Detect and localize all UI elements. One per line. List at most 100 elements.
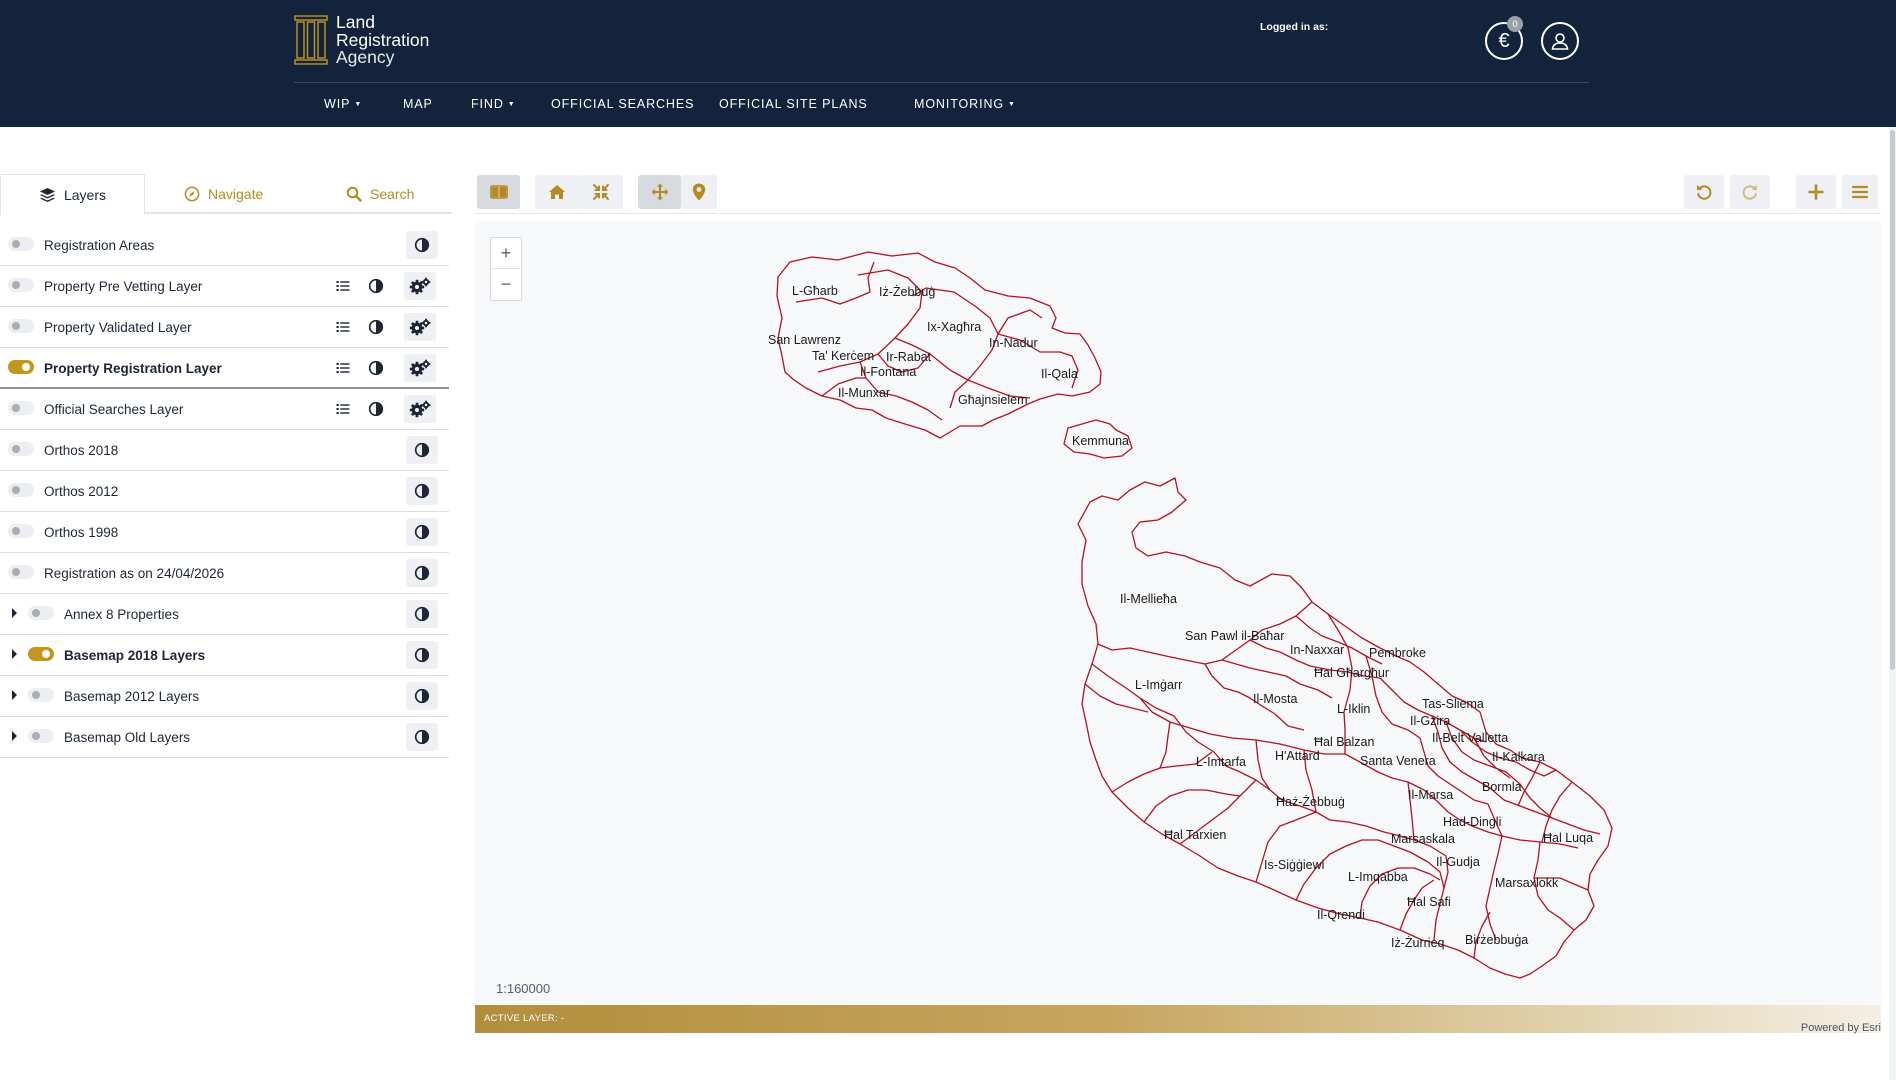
layer-row-property-pre-vetting-layer[interactable]: Property Pre Vetting Layer bbox=[0, 266, 449, 307]
nav-official-searches[interactable]: OFFICIAL SEARCHES bbox=[551, 97, 694, 111]
locality-label: Pembroke bbox=[1369, 646, 1426, 660]
layer-legend-button[interactable] bbox=[327, 354, 359, 382]
tab-search-label: Search bbox=[370, 186, 415, 202]
locality-label: Il-Mosta bbox=[1253, 692, 1298, 706]
layer-row-annex-8-properties[interactable]: Annex 8 Properties bbox=[0, 594, 449, 635]
tab-search[interactable]: Search bbox=[346, 174, 414, 214]
layer-settings-button[interactable] bbox=[404, 272, 436, 300]
contrast-icon bbox=[368, 319, 384, 335]
layer-visibility-toggle[interactable] bbox=[28, 606, 54, 620]
undo-button[interactable] bbox=[1684, 175, 1724, 209]
layer-opacity-button[interactable] bbox=[406, 600, 438, 628]
layer-row-basemap-2012-layers[interactable]: Basemap 2012 Layers bbox=[0, 676, 449, 717]
layer-visibility-toggle[interactable] bbox=[8, 565, 34, 579]
locality-label: Il-Mellieħa bbox=[1120, 592, 1177, 606]
layer-opacity-button[interactable] bbox=[406, 559, 438, 587]
layer-legend-button[interactable] bbox=[327, 313, 359, 341]
layer-visibility-toggle[interactable] bbox=[8, 278, 34, 292]
layer-row-registration-as-on-24-04-2026[interactable]: Registration as on 24/04/2026 bbox=[0, 553, 449, 594]
layer-legend-button[interactable] bbox=[327, 272, 359, 300]
layer-row-property-registration-layer[interactable]: Property Registration Layer bbox=[0, 348, 449, 389]
nav-wip[interactable]: WIP ▼ bbox=[324, 97, 362, 111]
layer-settings-button[interactable] bbox=[404, 395, 436, 423]
scrollbar-thumb[interactable] bbox=[1890, 130, 1895, 670]
expand-caret-icon[interactable] bbox=[12, 608, 17, 618]
locality-label: Santa Venera bbox=[1360, 754, 1436, 768]
contrast-icon bbox=[368, 278, 384, 294]
full-extent-button[interactable] bbox=[579, 175, 623, 209]
locality-label: Ir-Rabat bbox=[886, 350, 932, 364]
layer-opacity-button[interactable] bbox=[406, 682, 438, 710]
layer-visibility-toggle[interactable] bbox=[8, 483, 34, 497]
layer-visibility-toggle[interactable] bbox=[28, 729, 54, 743]
locality-label: Marsaxlokk bbox=[1495, 876, 1559, 890]
locality-label: Ta' Kerċem bbox=[812, 349, 874, 363]
layer-opacity-button[interactable] bbox=[406, 436, 438, 464]
identify-point-button[interactable] bbox=[681, 175, 717, 209]
zoom-out-button[interactable]: − bbox=[491, 269, 521, 300]
nav-map[interactable]: MAP bbox=[403, 97, 433, 111]
contrast-icon bbox=[414, 483, 430, 499]
redo-button[interactable] bbox=[1730, 175, 1770, 209]
nav-monitoring[interactable]: MONITORING ▼ bbox=[914, 97, 1016, 111]
contrast-icon bbox=[414, 565, 430, 581]
top-header: Land Registration Agency Logged in as: €… bbox=[0, 0, 1896, 127]
user-profile-button[interactable] bbox=[1541, 22, 1579, 60]
layer-opacity-button[interactable] bbox=[406, 518, 438, 546]
layer-opacity-button[interactable] bbox=[360, 313, 392, 341]
layer-row-property-validated-layer[interactable]: Property Validated Layer bbox=[0, 307, 449, 348]
locality-label: In-Nadur bbox=[989, 336, 1038, 350]
toggle-knob bbox=[12, 445, 20, 453]
expand-caret-icon[interactable] bbox=[12, 731, 17, 741]
pan-button[interactable] bbox=[638, 175, 681, 209]
menu-button[interactable] bbox=[1842, 175, 1878, 209]
basket-count-badge: 0 bbox=[1507, 16, 1523, 32]
layer-opacity-button[interactable] bbox=[406, 641, 438, 669]
layer-visibility-toggle[interactable] bbox=[8, 442, 34, 456]
contrast-icon bbox=[414, 237, 430, 253]
layer-opacity-button[interactable] bbox=[360, 395, 392, 423]
layer-opacity-button[interactable] bbox=[360, 272, 392, 300]
expand-caret-icon[interactable] bbox=[12, 649, 17, 659]
split-view-button[interactable] bbox=[477, 175, 520, 209]
layer-visibility-toggle[interactable] bbox=[8, 360, 34, 374]
nav-find[interactable]: FIND ▼ bbox=[471, 97, 516, 111]
layer-opacity-button[interactable] bbox=[406, 723, 438, 751]
layer-visibility-toggle[interactable] bbox=[28, 688, 54, 702]
layer-visibility-toggle[interactable] bbox=[8, 524, 34, 538]
toggle-knob bbox=[12, 527, 20, 535]
map-view[interactable]: L-Għarb Iż-Żebbuġ Ix-Xagħra In-Nadur San Law… bbox=[475, 221, 1881, 1005]
layer-row-official-searches-layer[interactable]: Official Searches Layer bbox=[0, 389, 449, 430]
toggle-knob bbox=[12, 486, 20, 494]
layer-row-basemap-old-layers[interactable]: Basemap Old Layers bbox=[0, 717, 449, 758]
layer-row-orthos-2018[interactable]: Orthos 2018 bbox=[0, 430, 449, 471]
locality-label: L-Iklin bbox=[1337, 702, 1370, 716]
locality-label: Bormla bbox=[1482, 780, 1522, 794]
layer-opacity-button[interactable] bbox=[360, 354, 392, 382]
layer-visibility-toggle[interactable] bbox=[8, 319, 34, 333]
expand-caret-icon[interactable] bbox=[12, 690, 17, 700]
toolbar-divider bbox=[475, 213, 1881, 214]
layer-opacity-button[interactable] bbox=[406, 231, 438, 259]
home-button[interactable] bbox=[535, 175, 579, 209]
tab-navigate[interactable]: Navigate bbox=[184, 174, 263, 214]
contrast-icon bbox=[414, 647, 430, 663]
agency-logo[interactable]: Land Registration Agency bbox=[294, 13, 464, 68]
layer-legend-button[interactable] bbox=[327, 395, 359, 423]
layer-row-basemap-2018-layers[interactable]: Basemap 2018 Layers bbox=[0, 635, 449, 676]
layer-row-registration-areas[interactable]: Registration Areas bbox=[0, 225, 449, 266]
tab-layers-label: Layers bbox=[63, 186, 107, 203]
layer-row-orthos-2012[interactable]: Orthos 2012 bbox=[0, 471, 449, 512]
zoom-in-button[interactable]: + bbox=[491, 238, 521, 269]
layer-visibility-toggle[interactable] bbox=[28, 647, 54, 661]
layer-row-orthos-1998[interactable]: Orthos 1998 bbox=[0, 512, 449, 553]
add-button[interactable] bbox=[1796, 175, 1836, 209]
malta-localities-map[interactable]: L-Għarb Iż-Żebbuġ Ix-Xagħra In-Nadur San Law… bbox=[475, 221, 1881, 1005]
layer-settings-button[interactable] bbox=[404, 354, 436, 382]
layer-visibility-toggle[interactable] bbox=[8, 237, 34, 251]
tab-layers[interactable]: Layers bbox=[0, 174, 145, 216]
layer-settings-button[interactable] bbox=[404, 313, 436, 341]
layer-visibility-toggle[interactable] bbox=[8, 401, 34, 415]
layer-opacity-button[interactable] bbox=[406, 477, 438, 505]
nav-official-site-plans[interactable]: OFFICIAL SITE PLANS bbox=[719, 97, 868, 111]
